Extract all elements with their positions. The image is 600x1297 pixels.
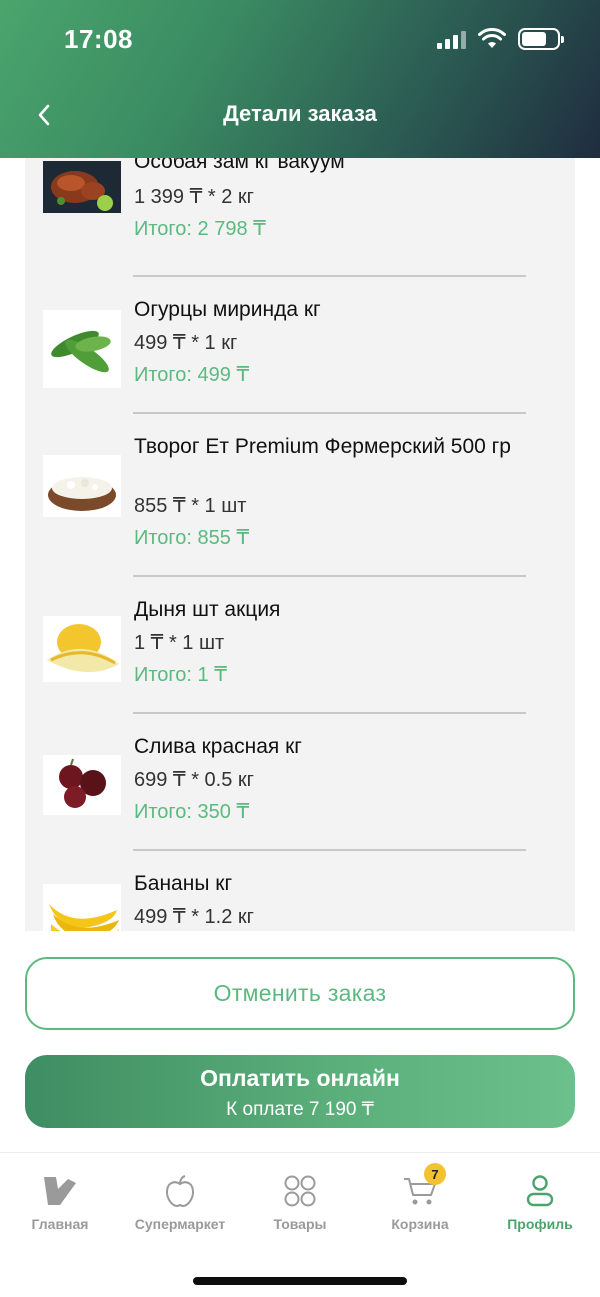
product-total: Итого: 855 ₸	[134, 527, 250, 549]
pay-online-label: Оплатить онлайн	[200, 1065, 400, 1091]
product-total: Итого: 1 ₸	[134, 664, 227, 686]
nav-label: Главная	[31, 1216, 89, 1232]
signal-icon	[437, 29, 466, 49]
cart-icon: 7	[400, 1163, 446, 1211]
header: 17:08 Детали заказа	[0, 0, 600, 158]
wifi-icon	[478, 28, 506, 48]
battery-icon	[518, 28, 564, 50]
product-total: Итого: 499 ₸	[134, 364, 250, 386]
profile-icon	[520, 1171, 560, 1211]
divider	[133, 275, 526, 277]
product-quantity-price: 499 ₸ * 1 кг	[134, 332, 238, 354]
home-logo-icon	[40, 1171, 80, 1211]
nav-label: Товары	[273, 1216, 327, 1232]
product-quantity-price: 699 ₸ * 0.5 кг	[134, 769, 254, 791]
product-image-cottage-cheese	[43, 455, 121, 517]
apple-icon	[160, 1171, 200, 1211]
pay-online-button[interactable]: Оплатить онлайн К оплате 7 190 ₸	[25, 1055, 575, 1128]
nav-item-home[interactable]: Главная	[0, 1171, 120, 1232]
product-quantity-price: 1 399 ₸ * 2 кг	[134, 186, 254, 208]
nav-label: Супермаркет	[134, 1216, 226, 1232]
product-name: Дыня шт акция	[134, 598, 281, 621]
product-image-cucumbers	[43, 310, 121, 388]
status-icons	[437, 28, 564, 50]
divider	[133, 575, 526, 577]
order-items-list[interactable]: Особая зам кг вакуум 1 399 ₸ * 2 кг Итог…	[25, 158, 575, 931]
cancel-order-button[interactable]: Отменить заказ	[25, 957, 575, 1030]
product-name: Слива красная кг	[134, 735, 302, 758]
grid-icon	[280, 1171, 320, 1211]
product-quantity-price: 1 ₸ * 1 шт	[134, 632, 225, 654]
nav-item-profile[interactable]: Профиль	[480, 1171, 600, 1232]
nav-label: Профиль	[507, 1216, 573, 1232]
product-name: Творог Ет Premium Фермерский 500 гр	[134, 435, 511, 458]
product-image-plums	[43, 755, 121, 815]
pay-amount: К оплате 7 190 ₸	[226, 1099, 374, 1120]
product-image-bananas	[43, 884, 121, 931]
divider	[133, 849, 526, 851]
product-name: Огурцы миринда кг	[134, 298, 321, 321]
cart-count-badge: 7	[424, 1163, 446, 1185]
product-image-grilled-chicken	[43, 161, 121, 213]
bottom-nav: Главная Супермаркет Товары 7 Корзина Про…	[0, 1152, 600, 1297]
product-total: Итого: 350 ₸	[134, 801, 250, 823]
nav-label: Корзина	[391, 1216, 449, 1232]
nav-item-products[interactable]: Товары	[240, 1171, 360, 1232]
product-image-melon	[43, 616, 121, 682]
nav-item-cart[interactable]: 7 Корзина	[360, 1163, 480, 1232]
home-indicator	[193, 1277, 407, 1285]
product-name: Бананы кг	[134, 872, 233, 895]
product-total: Итого: 2 798 ₸	[134, 218, 266, 240]
divider	[133, 412, 526, 414]
status-time: 17:08	[64, 24, 133, 54]
product-name: Особая зам кг вакуум	[134, 158, 345, 173]
divider	[133, 712, 526, 714]
page-title: Детали заказа	[223, 101, 377, 126]
product-quantity-price: 855 ₸ * 1 шт	[134, 495, 247, 517]
nav-item-supermarket[interactable]: Супермаркет	[120, 1171, 240, 1232]
product-quantity-price: 499 ₸ * 1.2 кг	[134, 906, 254, 928]
